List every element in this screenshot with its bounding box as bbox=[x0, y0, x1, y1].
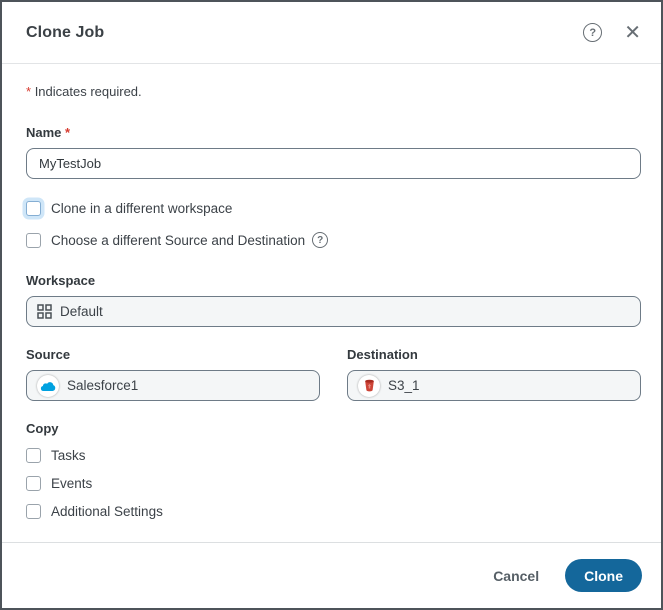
workspace-input[interactable]: Default bbox=[26, 296, 641, 327]
salesforce-icon bbox=[37, 375, 59, 397]
name-input[interactable]: MyTestJob bbox=[26, 148, 641, 179]
copy-additional-settings-label: Additional Settings bbox=[51, 504, 163, 519]
name-label: Name * bbox=[26, 125, 641, 140]
source-input-value: Salesforce1 bbox=[67, 378, 138, 393]
choose-different-help-icon[interactable]: ? bbox=[312, 232, 328, 248]
workspace-field-block: Workspace Default bbox=[26, 273, 641, 327]
clone-button[interactable]: Clone bbox=[565, 559, 642, 592]
source-label: Source bbox=[26, 347, 320, 362]
source-input[interactable]: Salesforce1 bbox=[26, 370, 320, 401]
cancel-button[interactable]: Cancel bbox=[493, 568, 539, 584]
help-icon[interactable]: ? bbox=[583, 23, 602, 42]
required-note-text: Indicates required. bbox=[35, 84, 142, 99]
choose-different-row: Choose a different Source and Destinatio… bbox=[26, 232, 641, 248]
required-asterisk: * bbox=[26, 84, 31, 99]
name-field-block: Name * MyTestJob bbox=[26, 125, 641, 179]
required-note: * Indicates required. bbox=[26, 84, 641, 99]
choose-different-checkbox[interactable] bbox=[26, 233, 41, 248]
destination-label: Destination bbox=[347, 347, 641, 362]
workspace-label: Workspace bbox=[26, 273, 641, 288]
source-field-block: Source Salesforce1 bbox=[26, 347, 320, 401]
dialog-body: * Indicates required. Name * MyTestJob C… bbox=[2, 64, 661, 519]
workspace-grid-icon bbox=[37, 304, 52, 319]
choose-different-label: Choose a different Source and Destinatio… bbox=[51, 233, 305, 248]
clone-workspace-label: Clone in a different workspace bbox=[51, 201, 232, 216]
close-icon[interactable]: ✕ bbox=[624, 23, 641, 43]
copy-additional-settings-checkbox[interactable] bbox=[26, 504, 41, 519]
destination-field-block: Destination S3_1 bbox=[347, 347, 641, 401]
dialog-title: Clone Job bbox=[26, 24, 104, 42]
destination-input[interactable]: S3_1 bbox=[347, 370, 641, 401]
name-label-text: Name bbox=[26, 125, 61, 140]
dialog-footer: Cancel Clone bbox=[2, 542, 661, 608]
header-actions: ? ✕ bbox=[583, 23, 641, 43]
copy-events-checkbox[interactable] bbox=[26, 476, 41, 491]
copy-events-label: Events bbox=[51, 476, 92, 491]
clone-workspace-row: Clone in a different workspace bbox=[26, 201, 641, 216]
destination-input-value: S3_1 bbox=[388, 378, 420, 393]
copy-section-label: Copy bbox=[26, 421, 641, 436]
name-required-asterisk: * bbox=[65, 125, 70, 140]
copy-additional-settings-row: Additional Settings bbox=[26, 504, 641, 519]
clone-job-dialog: Clone Job ? ✕ * Indicates required. Name… bbox=[0, 0, 663, 610]
clone-workspace-checkbox[interactable] bbox=[26, 201, 41, 216]
copy-tasks-label: Tasks bbox=[51, 448, 86, 463]
workspace-input-value: Default bbox=[60, 304, 103, 319]
name-input-value: MyTestJob bbox=[39, 156, 101, 171]
copy-tasks-row: Tasks bbox=[26, 448, 641, 463]
copy-events-row: Events bbox=[26, 476, 641, 491]
s3-bucket-icon bbox=[358, 375, 380, 397]
source-destination-row: Source Salesforce1 Destination bbox=[26, 347, 641, 401]
copy-tasks-checkbox[interactable] bbox=[26, 448, 41, 463]
dialog-header: Clone Job ? ✕ bbox=[2, 2, 661, 64]
